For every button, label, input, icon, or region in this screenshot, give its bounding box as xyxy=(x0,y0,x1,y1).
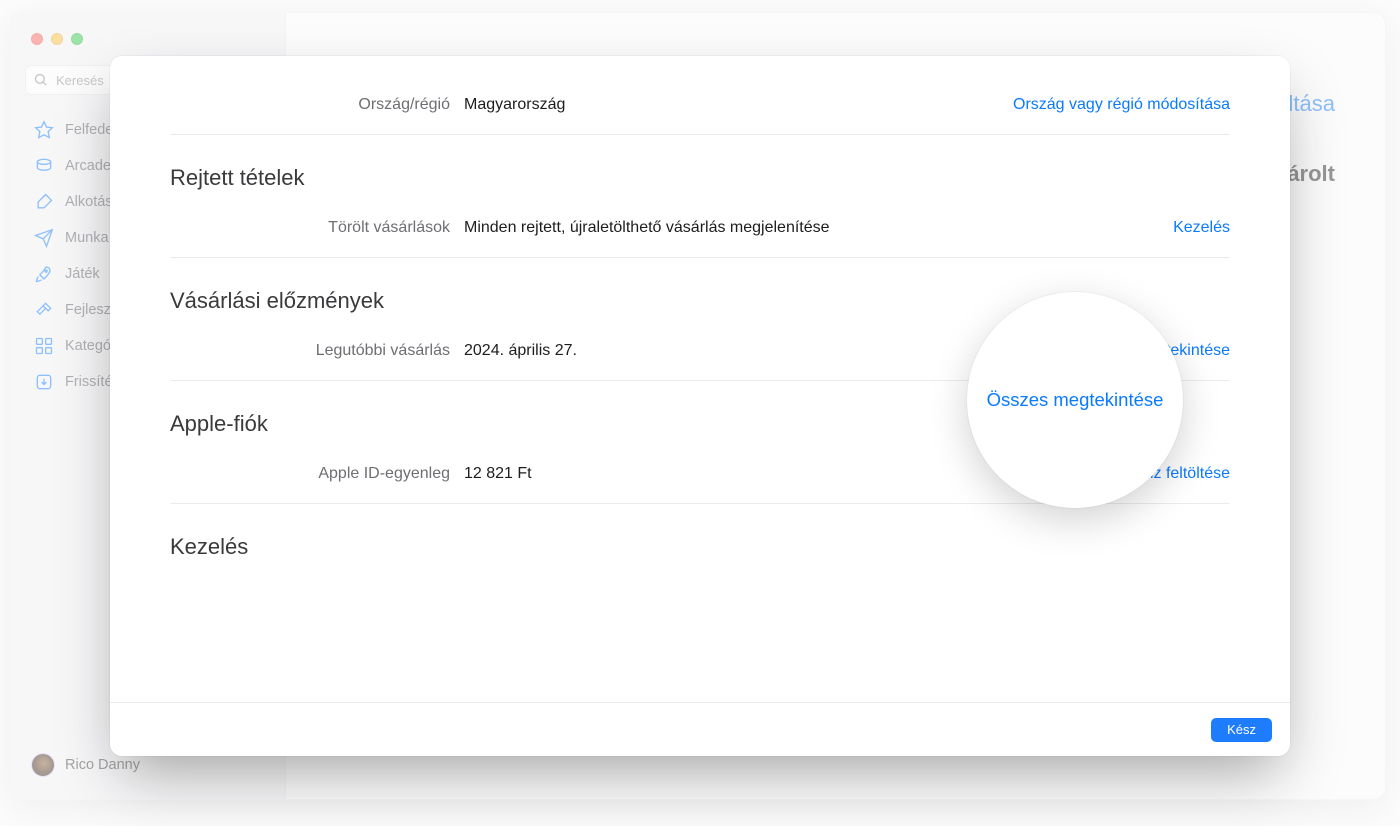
traffic-lights xyxy=(31,33,83,45)
sidebar-item-label: Munka xyxy=(65,230,109,246)
deleted-purchases-value: Minden rejtett, újraletölthető vásárlás … xyxy=(464,219,1173,237)
close-window-button[interactable] xyxy=(31,33,43,45)
hammer-icon xyxy=(33,300,55,320)
done-button[interactable]: Kész xyxy=(1211,718,1272,742)
row-deleted-purchases: Törölt vásárlások Minden rejtett, újrale… xyxy=(170,205,1230,251)
minimize-window-button[interactable] xyxy=(51,33,63,45)
section-hidden-items: Rejtett tételek xyxy=(170,165,1230,191)
modal-footer: Kész xyxy=(110,702,1290,756)
divider xyxy=(170,134,1230,135)
section-manage: Kezelés xyxy=(170,534,1230,560)
sidebar-item-label: Játék xyxy=(65,266,100,282)
paper-plane-icon xyxy=(33,228,55,248)
avatar xyxy=(31,753,55,777)
download-icon xyxy=(33,372,55,392)
sidebar-user-name: Rico Danny xyxy=(65,757,140,773)
star-icon xyxy=(33,120,55,140)
apple-id-balance-label: Apple ID-egyenleg xyxy=(170,465,464,483)
sidebar-item-label: Alkotás xyxy=(65,194,113,210)
zoom-window-button[interactable] xyxy=(71,33,83,45)
rocket-icon xyxy=(33,264,55,284)
grid-icon xyxy=(33,336,55,356)
change-country-region-link[interactable]: Ország vagy régió módosítása xyxy=(1013,96,1230,114)
country-region-label: Ország/régió xyxy=(170,96,464,114)
row-country-region: Ország/régió Magyarország Ország vagy ré… xyxy=(170,82,1230,128)
deleted-purchases-label: Törölt vásárlások xyxy=(170,219,464,237)
arcade-icon xyxy=(33,156,55,176)
last-purchase-label: Legutóbbi vásárlás xyxy=(170,342,464,360)
search-icon xyxy=(33,72,48,87)
sidebar-item-label: Arcade xyxy=(65,158,111,174)
divider xyxy=(170,257,1230,258)
manage-hidden-link[interactable]: Kezelés xyxy=(1173,219,1230,237)
magnifier-text: Összes megtekintése xyxy=(987,389,1164,411)
brush-icon xyxy=(33,192,55,212)
magnifier-callout: Összes megtekintése xyxy=(967,292,1183,508)
country-region-value: Magyarország xyxy=(464,96,1013,114)
